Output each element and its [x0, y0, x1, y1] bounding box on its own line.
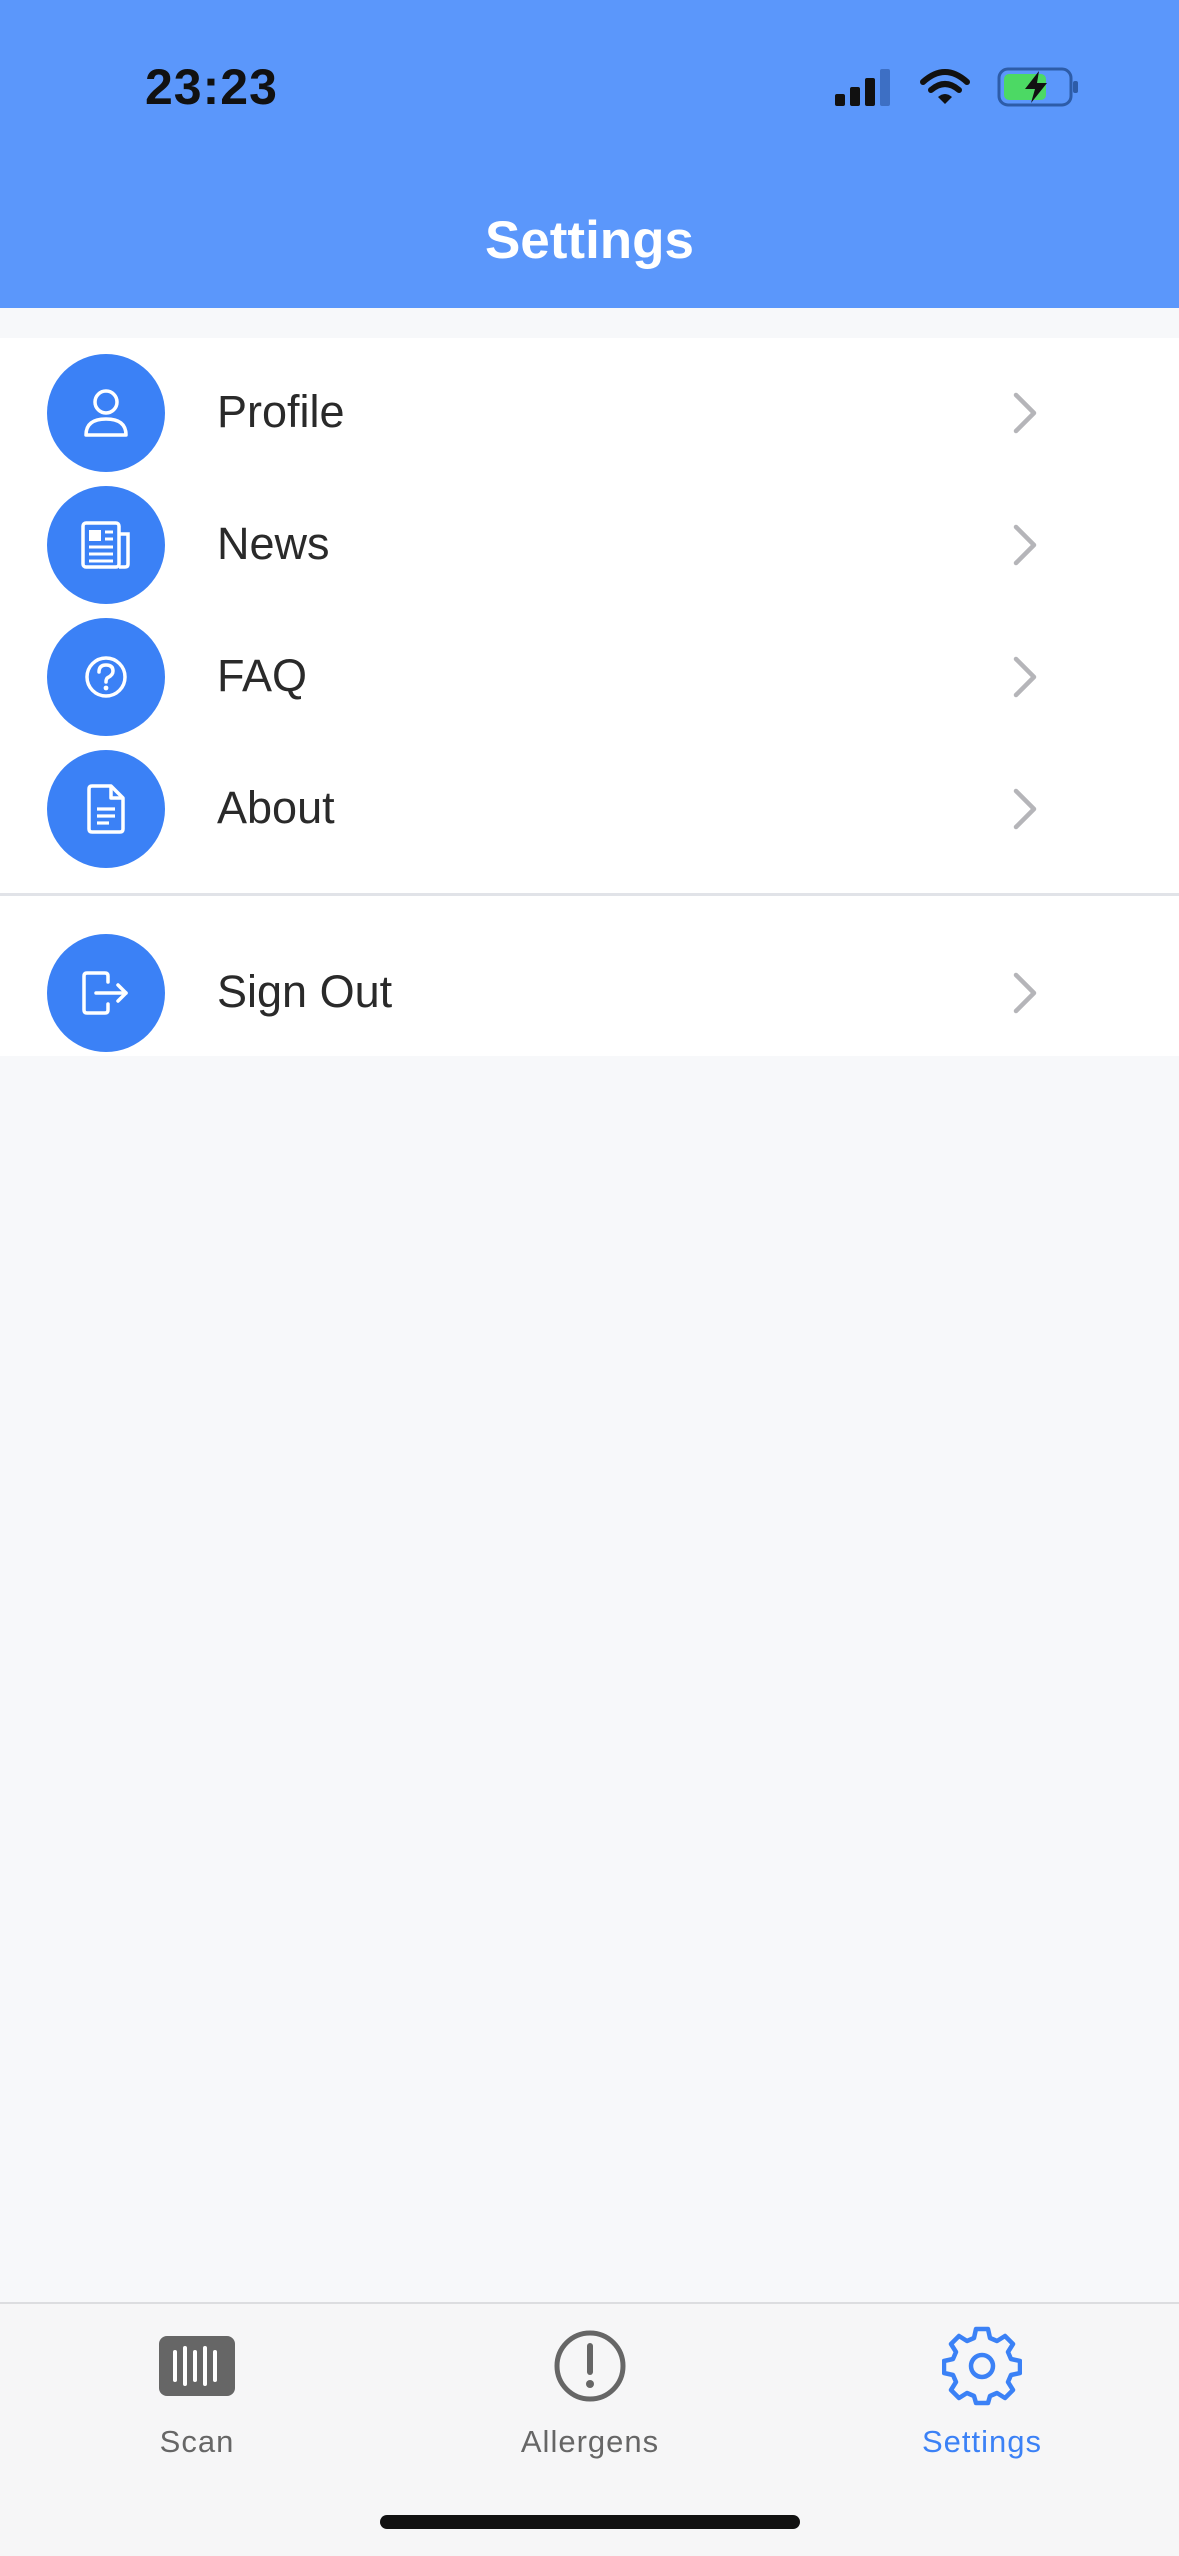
exclamation-circle-icon [554, 2330, 626, 2402]
status-icons [835, 62, 1079, 112]
home-indicator[interactable] [380, 2515, 800, 2529]
tab-allergens[interactable]: Allergens [440, 2304, 740, 2504]
cellular-signal-icon [835, 69, 890, 106]
document-icon [87, 784, 125, 834]
tab-label: Settings [921, 2424, 1042, 2459]
menu-item-sign-out[interactable]: Sign Out [0, 926, 1179, 1058]
menu-item-faq[interactable]: FAQ [0, 610, 1179, 742]
chevron-right-icon [1013, 392, 1037, 434]
menu-item-label: FAQ [217, 650, 308, 701]
sign-out-icon-circle [47, 934, 165, 1052]
chevron-right-icon [1013, 972, 1037, 1014]
menu-item-label: Profile [217, 386, 345, 437]
menu-item-label: News [217, 518, 330, 569]
about-icon-circle [47, 750, 165, 868]
tab-label: Scan [159, 2424, 235, 2459]
menu-item-news[interactable]: News [0, 478, 1179, 610]
person-icon [84, 389, 128, 437]
news-icon-circle [47, 486, 165, 604]
menu-item-label: Sign Out [217, 966, 393, 1017]
settings-menu: Profile News FAQ About [0, 338, 1179, 894]
faq-icon-circle [47, 618, 165, 736]
profile-icon-circle [47, 354, 165, 472]
tab-scan[interactable]: Scan [47, 2304, 347, 2504]
signout-section: Sign Out [0, 896, 1179, 1056]
newspaper-icon [81, 521, 130, 569]
wifi-icon [920, 69, 970, 104]
menu-item-about[interactable]: About [0, 742, 1179, 874]
header-bar: 23:23 Settings [0, 0, 1179, 308]
chevron-right-icon [1013, 656, 1037, 698]
menu-item-profile[interactable]: Profile [0, 346, 1179, 478]
status-time: 23:23 [145, 59, 278, 115]
sign-out-icon [82, 971, 128, 1015]
barcode-icon [159, 2336, 235, 2396]
tab-settings[interactable]: Settings [832, 2304, 1132, 2504]
chevron-right-icon [1013, 788, 1037, 830]
chevron-right-icon [1013, 524, 1037, 566]
tab-label: Allergens [520, 2424, 660, 2459]
gear-icon [942, 2326, 1022, 2406]
menu-item-label: About [217, 782, 335, 833]
battery-charging-icon [997, 67, 1078, 107]
page-title: Settings [484, 211, 695, 270]
question-circle-icon [85, 656, 127, 698]
